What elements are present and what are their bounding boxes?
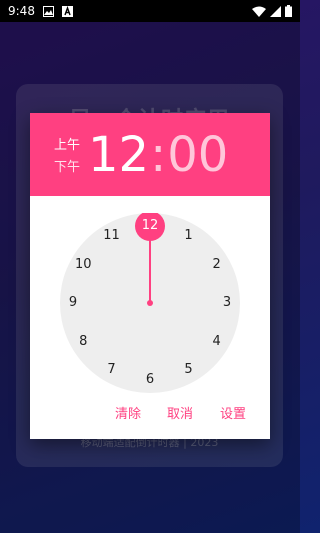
- clock-number-11[interactable]: 11: [100, 224, 124, 248]
- clear-button[interactable]: 清除: [108, 401, 148, 429]
- wifi-icon: [252, 6, 266, 17]
- signal-icon: [270, 5, 281, 17]
- clock-number-2[interactable]: 2: [205, 253, 229, 277]
- clock-hand-layer: [135, 213, 165, 306]
- clock-number-6[interactable]: 6: [138, 368, 162, 392]
- clock-number-9[interactable]: 9: [61, 291, 85, 315]
- minute-display[interactable]: 00: [167, 127, 228, 183]
- clock-number-7[interactable]: 7: [100, 358, 124, 382]
- set-button[interactable]: 设置: [213, 401, 253, 429]
- clock-number-3[interactable]: 3: [215, 291, 239, 315]
- status-bar: 9:48: [0, 0, 300, 22]
- clock-number-5[interactable]: 5: [177, 358, 201, 382]
- clock-number-1[interactable]: 1: [177, 224, 201, 248]
- time-display: 12 : 00: [88, 125, 228, 185]
- gallery-icon: [42, 5, 54, 17]
- time-picker-dialog: 上午 下午 12 : 00 12 1 2 3 4 5 6 7 8 9 10 11 清除 取消 设置: [30, 113, 270, 439]
- clock-number-12[interactable]: 12: [138, 214, 162, 238]
- time-separator: :: [150, 127, 167, 183]
- a-badge-icon: [61, 5, 73, 17]
- status-time: 9:48: [8, 4, 35, 18]
- am-option[interactable]: 上午: [54, 135, 84, 157]
- clock-center-dot: [147, 300, 153, 306]
- battery-icon: [285, 5, 292, 17]
- clock-number-8[interactable]: 8: [71, 330, 95, 354]
- clock-number-4[interactable]: 4: [205, 330, 229, 354]
- hour-display[interactable]: 12: [88, 127, 149, 183]
- am-pm-selector: 上午 下午: [54, 135, 84, 179]
- pm-option[interactable]: 下午: [54, 157, 84, 179]
- dialog-actions: 清除 取消 设置: [30, 391, 270, 439]
- time-picker-header: 上午 下午 12 : 00: [30, 113, 270, 196]
- cancel-button[interactable]: 取消: [160, 401, 200, 429]
- clock-number-10[interactable]: 10: [71, 253, 95, 277]
- clock-face[interactable]: 12 1 2 3 4 5 6 7 8 9 10 11: [60, 213, 240, 393]
